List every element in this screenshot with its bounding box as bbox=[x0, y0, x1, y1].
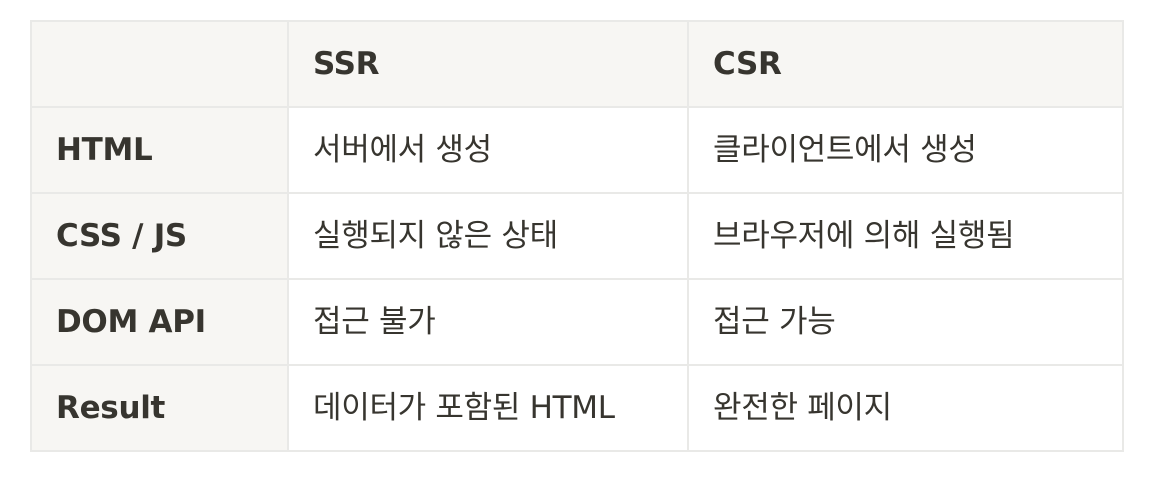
table-row: CSS / JS 실행되지 않은 상태 브라우저에 의해 실행됨 bbox=[30, 192, 1124, 280]
table-row: Result 데이터가 포함된 HTML 완전한 페이지 bbox=[30, 364, 1124, 452]
cell-css-js-csr: 브라우저에 의해 실행됨 bbox=[687, 192, 1124, 280]
cell-result-ssr: 데이터가 포함된 HTML bbox=[287, 364, 689, 452]
row-header-result: Result bbox=[30, 364, 289, 452]
table-row: HTML 서버에서 생성 클라이언트에서 생성 bbox=[30, 106, 1124, 194]
row-header-css-js: CSS / JS bbox=[30, 192, 289, 280]
header-cell-empty bbox=[30, 20, 289, 108]
cell-html-csr: 클라이언트에서 생성 bbox=[687, 106, 1124, 194]
cell-css-js-ssr: 실행되지 않은 상태 bbox=[287, 192, 689, 280]
row-header-html: HTML bbox=[30, 106, 289, 194]
table-header-row: SSR CSR bbox=[30, 20, 1124, 108]
cell-dom-api-csr: 접근 가능 bbox=[687, 278, 1124, 366]
header-cell-ssr: SSR bbox=[287, 20, 689, 108]
cell-dom-api-ssr: 접근 불가 bbox=[287, 278, 689, 366]
cell-result-csr: 완전한 페이지 bbox=[687, 364, 1124, 452]
header-cell-csr: CSR bbox=[687, 20, 1124, 108]
row-header-dom-api: DOM API bbox=[30, 278, 289, 366]
cell-html-ssr: 서버에서 생성 bbox=[287, 106, 689, 194]
comparison-table: SSR CSR HTML 서버에서 생성 클라이언트에서 생성 CSS / JS… bbox=[30, 20, 1124, 452]
comparison-table-container: SSR CSR HTML 서버에서 생성 클라이언트에서 생성 CSS / JS… bbox=[30, 20, 1124, 472]
table-row: DOM API 접근 불가 접근 가능 bbox=[30, 278, 1124, 366]
